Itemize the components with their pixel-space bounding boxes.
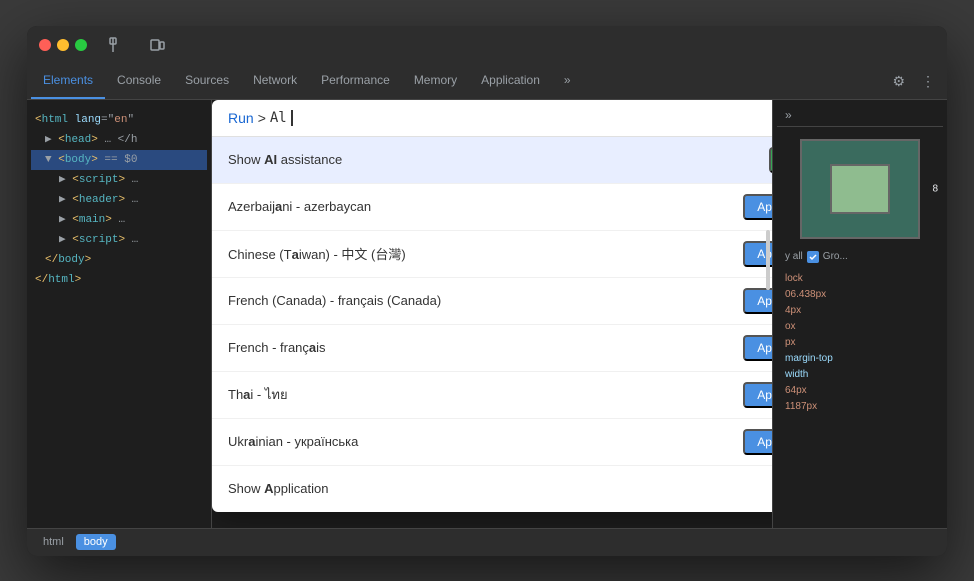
command-item-text: French - français: [228, 340, 326, 355]
status-bar: html body: [27, 528, 947, 556]
dom-line: <html lang="en": [31, 110, 207, 130]
box-model: 8: [777, 131, 943, 247]
close-button[interactable]: [39, 39, 51, 51]
dom-line: ▶ <head> … </h: [31, 130, 207, 150]
tab-elements[interactable]: Elements: [31, 64, 105, 99]
command-item-ai-assistance[interactable]: Show AI assistance Drawer: [212, 137, 772, 184]
box-outer: 8: [800, 139, 920, 239]
command-item-french[interactable]: French - français Appearance: [212, 325, 772, 372]
minimize-button[interactable]: [57, 39, 69, 51]
command-item-chinese-taiwan[interactable]: Chinese (Taiwan) - 中文 (台灣) Appearance: [212, 231, 772, 278]
style-row: 64px: [785, 383, 935, 399]
dom-line-body[interactable]: ▼ <body> == $0: [31, 150, 207, 170]
box-number: 8: [932, 183, 938, 194]
style-row: margin-top: [785, 351, 935, 367]
style-row: 1187px: [785, 399, 935, 415]
appearance-badge[interactable]: Appearance: [743, 288, 772, 314]
command-item-text: Chinese (Taiwan) - 中文 (台灣): [228, 244, 406, 263]
command-item-show-application[interactable]: Show Application Panel: [212, 466, 772, 512]
appearance-badge[interactable]: Appearance: [743, 335, 772, 361]
tab-application[interactable]: Application: [469, 64, 552, 99]
dom-line: </body>: [31, 250, 207, 270]
style-row: width: [785, 367, 935, 383]
right-panel-top: »: [777, 104, 943, 127]
command-popup-overlay: Run > Al Show AI assistance Drawer: [212, 100, 772, 528]
tab-memory[interactable]: Memory: [402, 64, 469, 99]
tab-sources[interactable]: Sources: [173, 64, 241, 99]
devtools-main: <html lang="en" ▶ <head> … </h ▼ <body> …: [27, 100, 947, 528]
style-row: 06.438px: [785, 287, 935, 303]
breadcrumb-body[interactable]: body: [76, 534, 116, 550]
command-list: Show AI assistance Drawer Azerbaijani - …: [212, 137, 772, 512]
group-label: Gro...: [823, 251, 848, 262]
breadcrumb-html[interactable]: html: [35, 534, 72, 550]
dom-line: ▶ <header> …: [31, 190, 207, 210]
appearance-badge[interactable]: Appearance: [743, 429, 772, 455]
command-item-text: Azerbaijani - azerbaycan: [228, 199, 371, 214]
appearance-badge[interactable]: Appearance: [743, 194, 772, 220]
appearance-badge[interactable]: Appearance: [743, 382, 772, 408]
more-options-icon[interactable]: ⋮: [913, 64, 943, 99]
dom-panel: <html lang="en" ▶ <head> … </h ▼ <body> …: [27, 100, 212, 528]
title-bar: [27, 26, 947, 64]
command-item-text: Thai - ไทย: [228, 384, 288, 405]
tab-console[interactable]: Console: [105, 64, 173, 99]
group-checkbox[interactable]: [807, 251, 819, 263]
right-panel-controls: y all Gro...: [777, 247, 943, 267]
command-item-thai[interactable]: Thai - ไทย Appearance: [212, 372, 772, 419]
settings-icon[interactable]: ⚙: [884, 64, 913, 99]
dom-line: ▶ <script> …: [31, 230, 207, 250]
show-all-label: y all: [785, 251, 803, 262]
cursor: [291, 110, 293, 126]
run-label: Run: [228, 110, 254, 126]
command-item-ukrainian[interactable]: Ukrainian - українська Appearance: [212, 419, 772, 466]
dom-line: ▶ <script> …: [31, 170, 207, 190]
style-row: ox: [785, 319, 935, 335]
dom-line: </html>: [31, 270, 207, 290]
style-row: px: [785, 335, 935, 351]
right-panel-expand-icon[interactable]: »: [785, 108, 792, 122]
box-inner: [830, 164, 890, 214]
center-area: Run > Al Show AI assistance Drawer: [212, 100, 772, 528]
scrollbar[interactable]: [766, 230, 770, 290]
devtools-tabs: Elements Console Sources Network Perform…: [27, 64, 947, 100]
tab-spacer: [583, 64, 885, 99]
styles-panel: lock 06.438px 4px ox px margin-top width…: [777, 267, 943, 419]
command-arrow: >: [258, 110, 266, 126]
dom-line: ▶ <main> …: [31, 210, 207, 230]
right-panel: » 8 y all Gro... lock 0: [772, 100, 947, 528]
command-item-french-canada[interactable]: French (Canada) - français (Canada) Appe…: [212, 278, 772, 325]
tab-more[interactable]: »: [552, 64, 583, 99]
devtools-window: Elements Console Sources Network Perform…: [27, 26, 947, 556]
command-input[interactable]: Al: [270, 110, 287, 126]
command-item-text: Show AI assistance: [228, 152, 342, 167]
drawer-badge[interactable]: Drawer: [769, 147, 772, 173]
command-item-azerbaijani[interactable]: Azerbaijani - azerbaycan Appearance: [212, 184, 772, 231]
command-item-text: Ukrainian - українська: [228, 434, 358, 449]
command-item-text: French (Canada) - français (Canada): [228, 293, 441, 308]
tab-network[interactable]: Network: [241, 64, 309, 99]
traffic-lights: [39, 39, 87, 51]
maximize-button[interactable]: [75, 39, 87, 51]
tab-performance[interactable]: Performance: [309, 64, 402, 99]
command-item-text: Show Application: [228, 481, 328, 496]
command-input-bar[interactable]: Run > Al: [212, 100, 772, 137]
style-row: lock: [785, 271, 935, 287]
inspect-element-icon[interactable]: [101, 37, 133, 53]
style-row: 4px: [785, 303, 935, 319]
device-toggle-icon[interactable]: [141, 37, 173, 53]
command-popup: Run > Al Show AI assistance Drawer: [212, 100, 772, 512]
